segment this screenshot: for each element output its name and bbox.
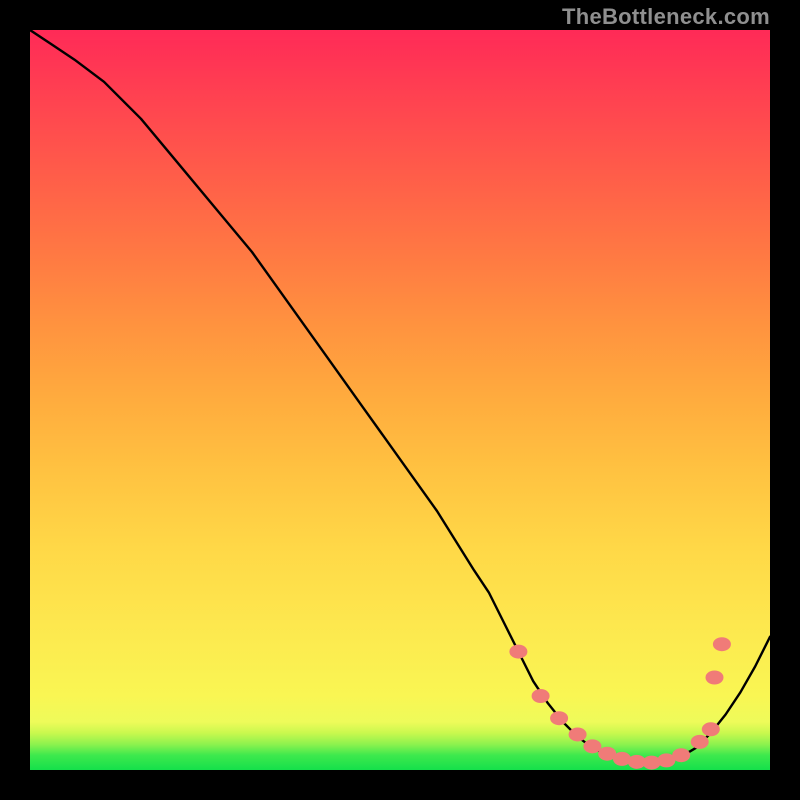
curve-marker xyxy=(702,722,720,736)
curve-marker xyxy=(643,756,661,770)
bottleneck-curve-path xyxy=(30,30,770,763)
curve-marker xyxy=(628,755,646,769)
curve-marker xyxy=(532,689,550,703)
curve-marker xyxy=(509,645,527,659)
curve-marker xyxy=(672,748,690,762)
curve-svg xyxy=(30,30,770,770)
curve-marker xyxy=(691,735,709,749)
curve-marker xyxy=(583,739,601,753)
plot-area xyxy=(30,30,770,770)
curve-marker xyxy=(657,753,675,767)
marker-group xyxy=(509,637,731,769)
curve-marker xyxy=(613,752,631,766)
curve-marker xyxy=(569,727,587,741)
curve-marker xyxy=(706,671,724,685)
curve-marker xyxy=(550,711,568,725)
curve-marker xyxy=(713,637,731,651)
watermark-text: TheBottleneck.com xyxy=(562,4,770,30)
chart-stage: TheBottleneck.com xyxy=(0,0,800,800)
curve-marker xyxy=(598,747,616,761)
